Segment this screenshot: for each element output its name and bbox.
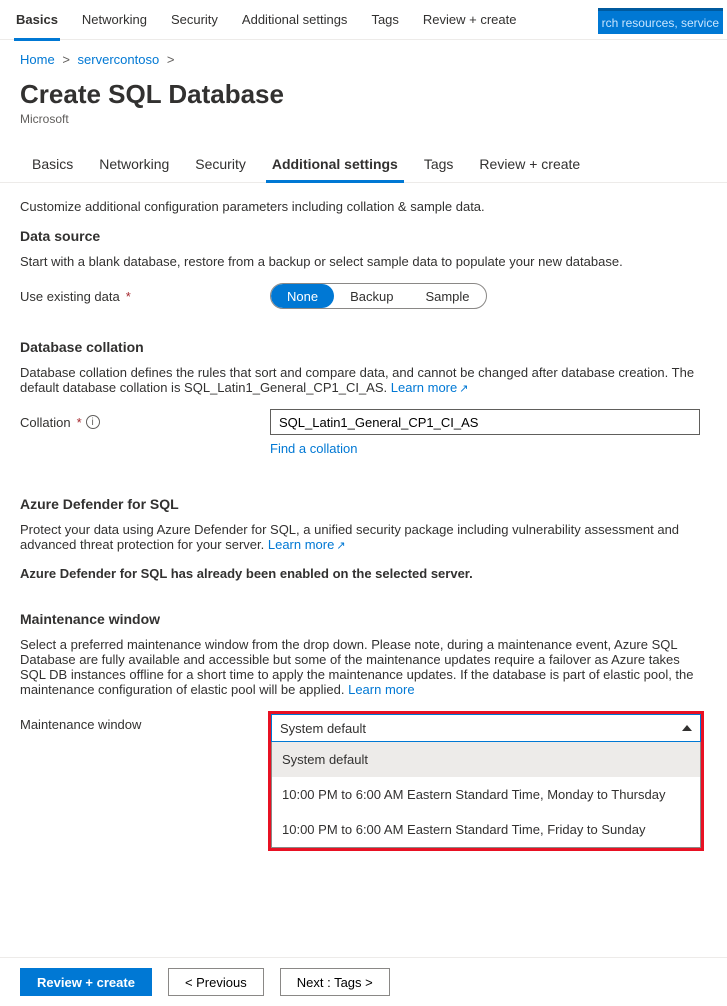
use-existing-data-options: None Backup Sample	[270, 283, 487, 309]
breadcrumb-sep: >	[62, 52, 70, 67]
required-asterisk: *	[77, 415, 82, 430]
search-fragment[interactable]: rch resources, service	[598, 8, 723, 34]
defender-heading: Azure Defender for SQL	[20, 496, 707, 512]
maintenance-dropdown-field[interactable]: System default	[271, 714, 701, 742]
maintenance-learn-more-link[interactable]: Learn more	[348, 682, 414, 697]
maintenance-selected-value: System default	[280, 721, 366, 736]
breadcrumb-sep: >	[167, 52, 175, 67]
external-link-icon: ↗	[336, 540, 345, 552]
required-asterisk: *	[126, 289, 131, 304]
top-tab-networking[interactable]: Networking	[70, 0, 159, 40]
top-tab-bar: Basics Networking Security Additional se…	[0, 0, 727, 40]
page-title: Create SQL Database	[20, 79, 707, 110]
page-header: Create SQL Database Microsoft	[0, 75, 727, 140]
maintenance-heading: Maintenance window	[20, 611, 707, 627]
breadcrumb-home[interactable]: Home	[20, 52, 55, 67]
maintenance-option-weeknight[interactable]: 10:00 PM to 6:00 AM Eastern Standard Tim…	[272, 777, 700, 812]
tab-review-create[interactable]: Review + create	[467, 146, 592, 182]
top-tab-review[interactable]: Review + create	[411, 0, 529, 40]
tab-networking[interactable]: Networking	[87, 146, 181, 182]
top-tab-additional[interactable]: Additional settings	[230, 0, 360, 40]
previous-button[interactable]: < Previous	[168, 968, 264, 996]
intro-text: Customize additional configuration param…	[20, 199, 707, 214]
top-tab-basics[interactable]: Basics	[4, 0, 70, 40]
next-button[interactable]: Next : Tags >	[280, 968, 390, 996]
content-area: Customize additional configuration param…	[0, 183, 727, 957]
info-icon[interactable]: i	[86, 415, 100, 429]
use-existing-data-label: Use existing data*	[20, 289, 270, 304]
maintenance-highlight: System default System default 10:00 PM t…	[268, 711, 704, 851]
footer-bar: Review + create < Previous Next : Tags >	[0, 957, 727, 1006]
defender-desc: Protect your data using Azure Defender f…	[20, 522, 707, 552]
option-backup[interactable]: Backup	[334, 284, 409, 308]
external-link-icon: ↗	[459, 383, 468, 395]
tab-security[interactable]: Security	[183, 146, 258, 182]
collation-learn-more-link[interactable]: Learn more↗	[391, 380, 469, 395]
tab-tags[interactable]: Tags	[412, 146, 466, 182]
collation-label: Collation* i	[20, 415, 270, 430]
tab-basics[interactable]: Basics	[20, 146, 85, 182]
chevron-up-icon	[682, 725, 692, 731]
page-subtitle: Microsoft	[20, 112, 707, 126]
maintenance-dropdown-list: System default 10:00 PM to 6:00 AM Easte…	[271, 742, 701, 848]
top-tab-security[interactable]: Security	[159, 0, 230, 40]
collation-desc: Database collation defines the rules tha…	[20, 365, 707, 395]
maintenance-option-weekend[interactable]: 10:00 PM to 6:00 AM Eastern Standard Tim…	[272, 812, 700, 847]
maintenance-desc: Select a preferred maintenance window fr…	[20, 637, 707, 697]
tab-additional-settings[interactable]: Additional settings	[260, 146, 410, 182]
top-tab-tags[interactable]: Tags	[359, 0, 410, 40]
breadcrumb-server[interactable]: servercontoso	[78, 52, 160, 67]
option-none[interactable]: None	[271, 284, 334, 308]
option-sample[interactable]: Sample	[409, 284, 485, 308]
data-source-heading: Data source	[20, 228, 707, 244]
defender-learn-more-link[interactable]: Learn more↗	[268, 537, 346, 552]
find-collation-link[interactable]: Find a collation	[270, 441, 357, 456]
data-source-desc: Start with a blank database, restore fro…	[20, 254, 707, 269]
collation-input[interactable]	[270, 409, 700, 435]
collation-heading: Database collation	[20, 339, 707, 355]
maintenance-option-default[interactable]: System default	[272, 742, 700, 777]
inner-tab-bar: Basics Networking Security Additional se…	[0, 146, 727, 183]
breadcrumb: Home > servercontoso >	[0, 40, 727, 75]
maintenance-window-dropdown[interactable]: System default System default 10:00 PM t…	[271, 714, 701, 848]
review-create-button[interactable]: Review + create	[20, 968, 152, 996]
defender-enabled-note: Azure Defender for SQL has already been …	[20, 566, 707, 581]
maintenance-window-label: Maintenance window	[20, 711, 270, 732]
